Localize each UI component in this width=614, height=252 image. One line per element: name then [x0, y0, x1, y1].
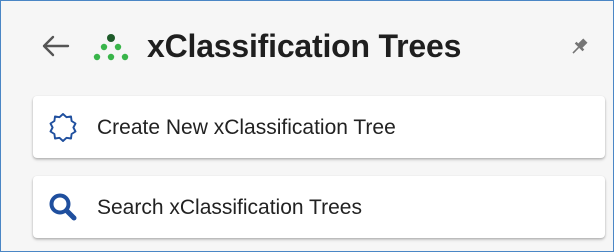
panel-header: xClassification Trees — [1, 15, 613, 75]
search-icon — [49, 193, 77, 221]
search-trees-label: Search xClassification Trees — [97, 196, 362, 219]
create-new-tree-label: Create New xClassification Tree — [97, 116, 396, 139]
back-button[interactable] — [39, 31, 71, 61]
create-new-tree-button[interactable]: Create New xClassification Tree — [33, 96, 605, 158]
pin-button[interactable] — [567, 35, 591, 59]
search-trees-button[interactable]: Search xClassification Trees — [33, 176, 605, 238]
back-arrow-icon — [42, 35, 70, 57]
page-title: xClassification Trees — [147, 28, 462, 64]
classification-tree-icon — [93, 34, 129, 61]
pin-icon — [572, 38, 588, 54]
xclassification-panel: xClassification Trees Create New xClassi… — [0, 0, 614, 252]
badge-outline-icon — [49, 113, 77, 142]
